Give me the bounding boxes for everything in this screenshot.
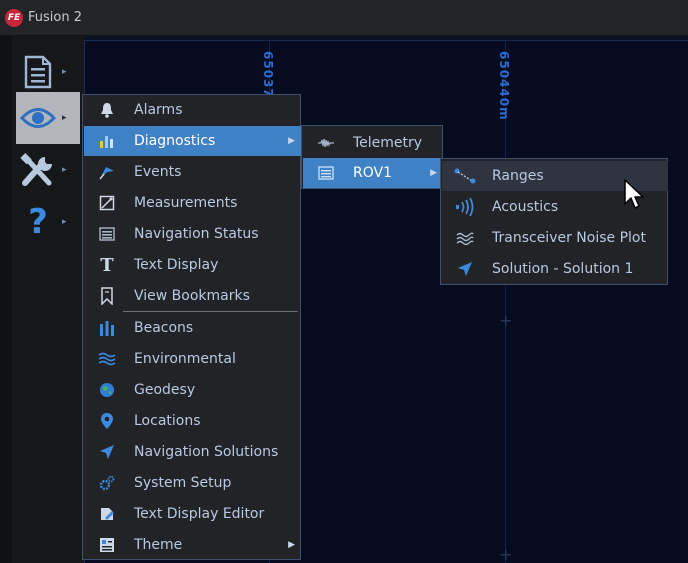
left-edge: [0, 36, 12, 563]
tools-icon: [16, 148, 60, 192]
view-menu: Alarms Diagnostics ▶ Events Measurements…: [82, 94, 301, 560]
window-title: Fusion 2: [28, 10, 82, 25]
menu-item-events[interactable]: Events: [84, 157, 301, 187]
noise-plot-icon: [450, 231, 480, 245]
app-logo: FE: [5, 8, 23, 27]
navigation-arrow-icon: [450, 261, 480, 277]
edit-icon: [92, 506, 122, 522]
acoustics-icon: [450, 198, 480, 216]
grid-label-easting: 650440m: [497, 51, 511, 121]
menu-item-text-display[interactable]: T Text Display: [84, 250, 301, 280]
navigation-arrow-icon: [92, 444, 122, 460]
menu-item-solution-1[interactable]: Solution - Solution 1: [442, 254, 668, 284]
grid-cross-marker: +: [499, 311, 513, 330]
text-icon: T: [100, 254, 114, 276]
menu-item-navigation-solutions[interactable]: Navigation Solutions: [84, 437, 301, 467]
mouse-cursor-icon: [624, 179, 646, 215]
eye-icon: [16, 96, 60, 140]
events-icon: [92, 164, 122, 180]
beacons-icon: [92, 319, 122, 337]
theme-icon: [92, 537, 122, 553]
help-menu-button[interactable]: ? ▸: [16, 196, 80, 248]
menu-item-geodesy[interactable]: Geodesy: [84, 375, 301, 405]
view-menu-button[interactable]: ▸: [16, 92, 80, 144]
menu-item-beacons[interactable]: Beacons: [84, 313, 301, 343]
menu-item-locations[interactable]: Locations: [84, 406, 301, 436]
chevron-right-icon: ▶: [288, 540, 295, 550]
bell-icon: [92, 102, 122, 118]
bookmark-icon: [92, 287, 122, 305]
settings-gears-icon: [92, 475, 122, 491]
status-panel-icon: [92, 226, 122, 242]
rov-icon: [311, 166, 341, 180]
telemetry-icon: [311, 138, 341, 148]
menu-item-environmental[interactable]: Environmental: [84, 344, 301, 374]
tools-menu-button[interactable]: ▸: [16, 144, 80, 196]
menu-item-rov1[interactable]: ROV1 ▶: [303, 158, 443, 188]
document-icon: [16, 50, 60, 94]
document-menu-button[interactable]: ▸: [16, 46, 80, 98]
rov1-submenu: Ranges Acoustics Transceiver Noise Plot …: [440, 158, 668, 285]
chevron-right-icon: ▶: [430, 168, 437, 178]
menu-item-system-setup[interactable]: System Setup: [84, 468, 301, 498]
menu-item-diagnostics[interactable]: Diagnostics ▶: [84, 126, 301, 156]
title-bar: FE Fusion 2: [0, 0, 688, 36]
globe-icon: [92, 382, 122, 398]
menu-item-alarms[interactable]: Alarms: [84, 95, 301, 125]
waves-icon: [92, 351, 122, 367]
menu-item-measurements[interactable]: Measurements: [84, 188, 301, 218]
menu-item-text-display-editor[interactable]: Text Display Editor: [84, 499, 301, 529]
menu-item-telemetry[interactable]: Telemetry: [303, 128, 443, 158]
ranges-icon: [450, 168, 480, 184]
measure-icon: [92, 195, 122, 211]
chevron-right-icon: ▸: [62, 113, 67, 123]
chevron-right-icon: ▶: [288, 136, 295, 146]
menu-item-transceiver-noise-plot[interactable]: Transceiver Noise Plot: [442, 223, 668, 253]
main-toolbar: ▸ ▸ ▸ ? ▸: [12, 36, 84, 563]
location-pin-icon: [92, 412, 122, 430]
chevron-right-icon: ▸: [62, 67, 67, 77]
menu-item-view-bookmarks[interactable]: View Bookmarks: [84, 281, 301, 311]
chevron-right-icon: ▸: [62, 217, 67, 227]
chevron-right-icon: ▸: [62, 165, 67, 175]
menu-separator: [123, 311, 298, 312]
menu-item-navigation-status[interactable]: Navigation Status: [84, 219, 301, 249]
grid-cross-marker: +: [499, 545, 513, 563]
menu-item-theme[interactable]: Theme ▶: [84, 530, 301, 560]
help-icon: ?: [28, 202, 48, 242]
bar-chart-icon: [92, 133, 122, 149]
diagnostics-submenu: Telemetry ROV1 ▶: [301, 125, 443, 189]
